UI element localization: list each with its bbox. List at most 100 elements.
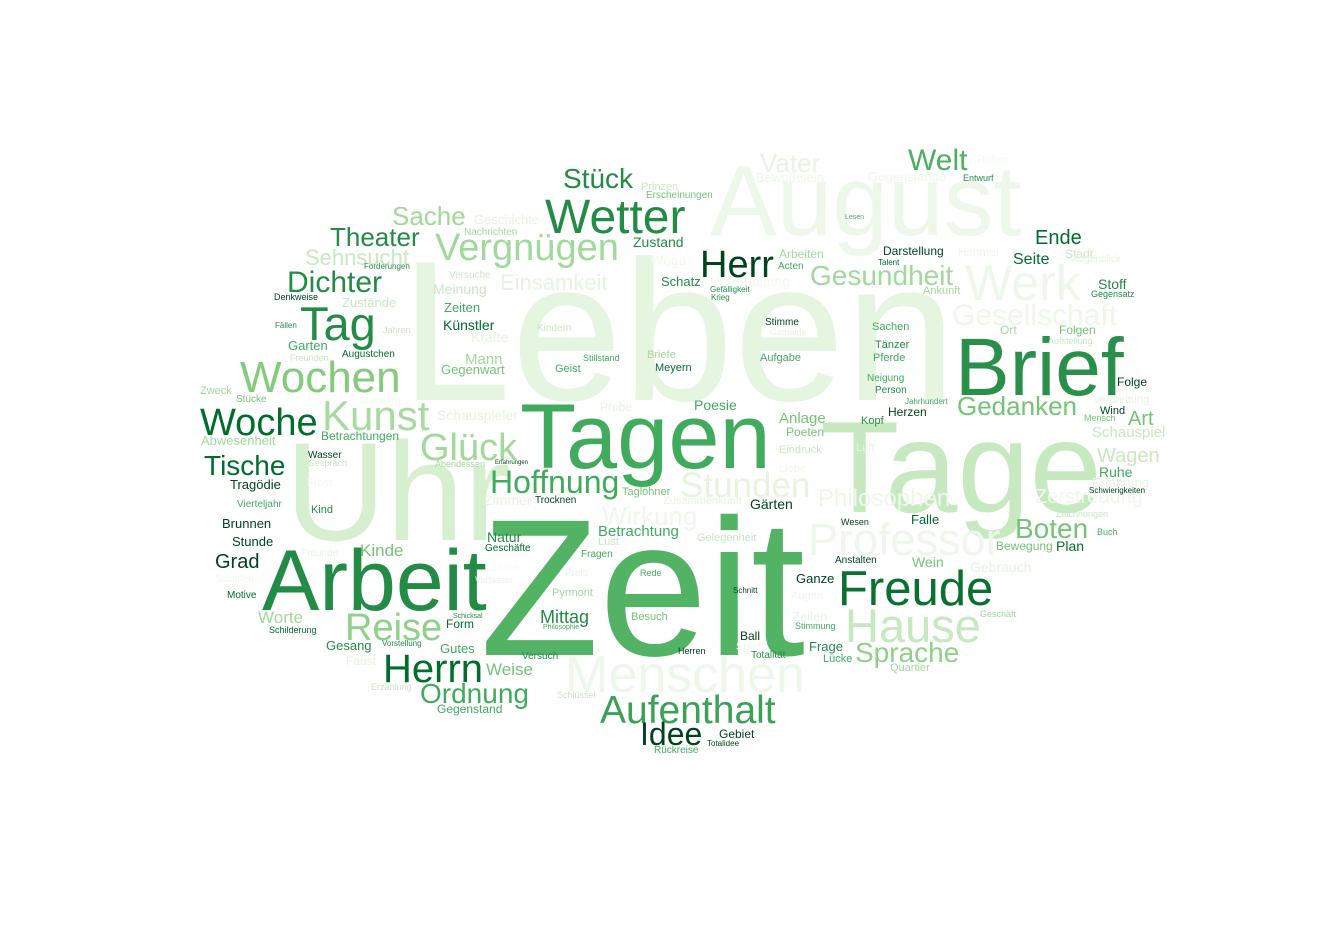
word: Verfasser — [475, 575, 513, 585]
word: Schlafen — [215, 574, 254, 585]
word: Kind — [311, 504, 333, 516]
word: Augustchen — [342, 349, 395, 360]
word: Totalidee — [707, 739, 740, 748]
word: Einsamkeit — [500, 270, 608, 295]
word: Vergnügen — [435, 227, 619, 269]
word: Fragen — [581, 549, 613, 560]
word: Versuche — [449, 270, 491, 281]
word: Mensch — [1084, 413, 1116, 423]
word: Art — [1128, 408, 1154, 430]
word: Augenblick — [1072, 254, 1122, 265]
word: Sinne — [489, 560, 520, 574]
word: Gegenstand — [437, 702, 502, 716]
word: Verbreitung — [1093, 394, 1149, 406]
word: Pferde — [873, 352, 905, 364]
word: Gegenstände — [868, 169, 946, 184]
word: Bewußtsein — [756, 170, 824, 185]
word: Philosophen — [818, 485, 950, 512]
word: Gesang — [326, 638, 372, 653]
word: Philosophie — [543, 624, 579, 631]
word: Kindern — [537, 323, 571, 334]
word: Geschäfte — [485, 543, 531, 554]
word: Folge — [1117, 375, 1147, 389]
word: Zeiten — [444, 300, 480, 315]
word: Ganze — [796, 571, 834, 586]
word: Garten — [288, 338, 328, 353]
word: Liebe — [779, 463, 806, 475]
word: Jahren — [383, 325, 411, 335]
word: Falle — [911, 512, 939, 527]
word: Erscheinungen — [646, 190, 713, 201]
word: Aufgabe — [760, 352, 801, 364]
word: Probe — [600, 400, 632, 414]
word: Jahrhundert — [905, 397, 948, 406]
word: Luft — [856, 442, 874, 454]
word: Geschäft — [980, 609, 1017, 619]
word: Bewegung — [996, 539, 1053, 553]
word: Schilderung — [269, 625, 317, 635]
word: Gedanken — [957, 391, 1077, 421]
word: Anstalten — [835, 555, 877, 566]
word: Aufstellung — [1048, 336, 1093, 346]
word: Gutes — [440, 641, 475, 656]
word: Schauspieler — [437, 407, 518, 423]
word: Augen — [791, 590, 823, 602]
word: Lücke — [823, 653, 852, 665]
word: Gärten — [750, 496, 793, 512]
word: Stück — [563, 163, 634, 194]
word: Stücke — [236, 394, 267, 405]
word: Poeten — [786, 425, 824, 439]
word: Gemälde — [770, 327, 807, 337]
word: Nachrichten — [464, 227, 517, 238]
word: Tragödie — [230, 477, 281, 492]
word: Seite — [1013, 251, 1050, 268]
word: Meyern — [655, 362, 692, 374]
word: Zustände — [342, 295, 396, 310]
word: Abendessen — [435, 459, 485, 469]
word: Arbeiten — [779, 247, 824, 261]
word: Gelegenheit — [697, 532, 756, 544]
word: Meinung — [433, 281, 487, 297]
word: Sache — [392, 201, 466, 231]
word: Schnitt — [733, 586, 758, 595]
word: Himmel — [958, 245, 999, 259]
word: Erfahrungen — [495, 460, 528, 466]
word: Form — [446, 617, 474, 631]
word: Herren — [678, 646, 706, 656]
word: Motive — [227, 590, 257, 601]
word: Briefe — [647, 349, 676, 361]
word: Stunde — [232, 534, 273, 549]
word: Zweck — [200, 385, 232, 397]
word: Lesen — [845, 214, 864, 221]
word: Ende — [1035, 227, 1082, 249]
word: Sachen — [872, 321, 909, 333]
word: Brunnen — [222, 516, 271, 531]
word: Zusammenkunft — [663, 495, 742, 507]
word: Kinde — [360, 541, 403, 560]
word: Tänzer — [875, 339, 910, 351]
word: Gebrauch — [970, 559, 1031, 575]
word: Folgen — [1059, 323, 1096, 337]
word: Zimmer — [484, 492, 532, 508]
word-cloud: LebenAugustUhr TageWerkMenschenProfessorH… — [0, 0, 1334, 945]
word: Kopf — [861, 415, 885, 427]
word: Weise — [486, 660, 533, 679]
word: Pyrmont — [552, 587, 593, 599]
word: Wege — [650, 252, 687, 268]
word: Anlage — [779, 410, 826, 427]
word: Erzählung — [371, 682, 412, 692]
word: Geschichte — [474, 212, 539, 227]
word: Herzen — [888, 405, 927, 419]
word: August — [710, 145, 1022, 257]
word: Maximen — [360, 396, 401, 407]
word: Gespräch — [308, 458, 347, 468]
word: Taglöhner — [622, 486, 671, 498]
word: Rede — [640, 568, 662, 578]
word: Forderungen — [364, 262, 410, 271]
word: Person — [875, 385, 907, 396]
word: Preis — [565, 568, 588, 579]
word: Fällen — [275, 321, 297, 330]
word: Gegensatz — [1091, 289, 1135, 299]
word: Schwierigkeiten — [1089, 486, 1145, 495]
word: Versuch — [522, 651, 558, 662]
